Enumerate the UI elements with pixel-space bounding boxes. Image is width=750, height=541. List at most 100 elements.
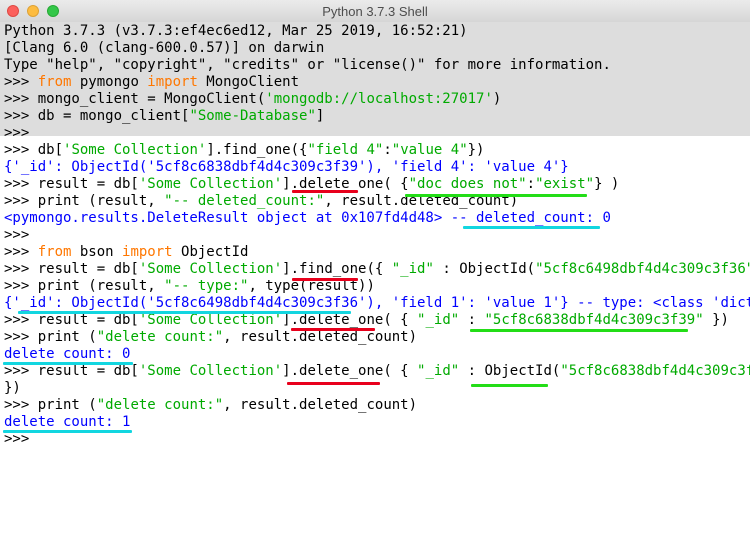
output-line: delete count: 0 — [4, 346, 131, 362]
prompt: >>> — [4, 363, 38, 379]
string-literal: "exist" — [535, 176, 595, 192]
input-line: >>> result = db['Some Collection'].delet… — [4, 312, 729, 329]
banner-help: Type "help", "copyright", "credits" or "… — [4, 57, 611, 73]
string-literal: 'Some Collection' — [63, 142, 207, 158]
code: db = mongo_client[ — [37, 108, 190, 124]
prompt: >>> — [4, 176, 38, 192]
code: ].delete_one( { — [282, 363, 418, 379]
code: MongoClient — [197, 74, 300, 90]
string-literal: 'Some Collection' — [138, 176, 283, 192]
code: result = db[ — [37, 261, 139, 277]
annotation-underline-green — [470, 329, 688, 332]
string-literal: "5cf8c6838dbf4d4c309c3f39" — [560, 363, 750, 379]
string-literal: "value 4" — [391, 142, 468, 158]
prompt: >>> — [4, 329, 38, 345]
input-line: >>> print ("delete count:", result.delet… — [4, 397, 417, 414]
code: : — [383, 142, 392, 158]
input-line: >>> db = mongo_client["Some-Database"] — [4, 108, 324, 125]
annotation-underline-red — [292, 190, 358, 193]
code: print ( — [37, 329, 97, 345]
annotation-underline-green — [405, 194, 587, 197]
prompt: >>> — [4, 142, 38, 158]
output-line: {'_id': ObjectId('5cf8c6498dbf4d4c309c3f… — [4, 295, 750, 311]
code: }) — [467, 142, 485, 158]
string-literal: "delete count:" — [96, 397, 224, 413]
string-literal: "delete count:" — [96, 329, 224, 345]
prompt: >>> — [4, 397, 38, 413]
string-literal: 'Some Collection' — [138, 312, 283, 328]
input-line: >>> result = db['Some Collection'].delet… — [4, 363, 750, 380]
input-line: >>> from bson import ObjectId — [4, 244, 248, 261]
annotation-underline-red — [291, 328, 375, 331]
keyword: from — [37, 244, 72, 260]
annotation-underline-red — [287, 382, 380, 385]
string-literal: "_id" — [417, 363, 460, 379]
code: } ) — [594, 176, 620, 192]
empty-prompt-line: >>> — [4, 431, 30, 447]
annotation-underline-cyan — [18, 311, 351, 314]
annotation-underline-green — [471, 384, 548, 387]
prompt: >>> — [4, 193, 38, 209]
code: bson — [71, 244, 123, 260]
code: : — [526, 176, 536, 192]
output-line: {'_id': ObjectId('5cf8c6838dbf4d4c309c3f… — [4, 159, 569, 175]
code: : ObjectId( — [459, 363, 561, 379]
output-line: delete count: 1 — [4, 414, 131, 430]
continuation-line: }) — [4, 380, 21, 396]
string-literal: "doc does not" — [408, 176, 527, 192]
code: ].find_one({ — [282, 261, 392, 277]
prompt: >>> — [4, 74, 38, 90]
code: result = db[ — [37, 363, 139, 379]
annotation-underline-cyan — [3, 362, 133, 365]
code: mongo_client = MongoClient( — [37, 91, 266, 107]
keyword: import — [147, 74, 198, 90]
annotation-underline-cyan — [3, 430, 132, 433]
prompt: >>> — [4, 244, 38, 260]
code: , result.deleted_count) — [223, 397, 418, 413]
code: , result.deleted_count) — [223, 329, 418, 345]
code: pymongo — [71, 74, 148, 90]
code: ].find_one({ — [206, 142, 308, 158]
string-literal: "-- deleted_count:" — [164, 193, 325, 209]
string-literal: "-- type:" — [164, 278, 249, 294]
prompt: >>> — [4, 278, 38, 294]
prompt: >>> — [4, 312, 38, 328]
string-literal: 'mongodb://localhost:27017' — [265, 91, 493, 107]
shell-window: Python 3.7.3 Shell Python 3.7.3 (v3.7.3:… — [0, 0, 750, 541]
keyword: import — [122, 244, 173, 260]
code: : ObjectId( — [433, 261, 536, 277]
prompt: >>> — [4, 108, 38, 124]
shell-console[interactable]: Python 3.7.3 (v3.7.3:ef4ec6ed12, Mar 25 … — [0, 22, 750, 456]
string-literal: 'Some Collection' — [138, 363, 283, 379]
keyword: from — [37, 74, 72, 90]
window-title: Python 3.7.3 Shell — [322, 4, 428, 19]
code: result = db[ — [37, 312, 139, 328]
code: db[ — [37, 142, 64, 158]
prompt: >>> — [4, 261, 38, 277]
string-literal: 'Some Collection' — [138, 261, 283, 277]
empty-prompt-line: >>> — [4, 125, 30, 141]
code: : — [459, 312, 485, 328]
empty-prompt-line: >>> — [4, 227, 30, 243]
input-line: >>> from pymongo import MongoClient — [4, 74, 299, 91]
string-literal: "5cf8c6838dbf4d4c309c3f39" — [484, 312, 704, 328]
code: print (result, — [37, 278, 165, 294]
output-line: <pymongo.results.DeleteResult object at … — [4, 210, 611, 226]
code: ] — [315, 108, 325, 124]
page-margin — [0, 456, 750, 541]
code: ].delete_one( { — [282, 312, 418, 328]
annotation-underline-cyan — [463, 226, 600, 229]
input-line: >>> result = db['Some Collection'].find_… — [4, 261, 750, 278]
string-literal: "field 4" — [307, 142, 384, 158]
code: ObjectId — [172, 244, 249, 260]
input-line: >>> print ("delete count:", result.delet… — [4, 329, 417, 346]
code: print (result, — [37, 193, 165, 209]
code: }) — [703, 312, 729, 328]
string-literal: "Some-Database" — [189, 108, 316, 124]
string-literal: "5cf8c6498dbf4d4c309c3f36" — [535, 261, 750, 277]
input-line: >>> mongo_client = MongoClient('mongodb:… — [4, 91, 501, 108]
banner-compiler: [Clang 6.0 (clang-600.0.57)] on darwin — [4, 40, 325, 56]
annotation-underline-red — [292, 278, 358, 281]
input-line: >>> db['Some Collection'].find_one({"fie… — [4, 142, 484, 159]
code: result = db[ — [37, 176, 139, 192]
